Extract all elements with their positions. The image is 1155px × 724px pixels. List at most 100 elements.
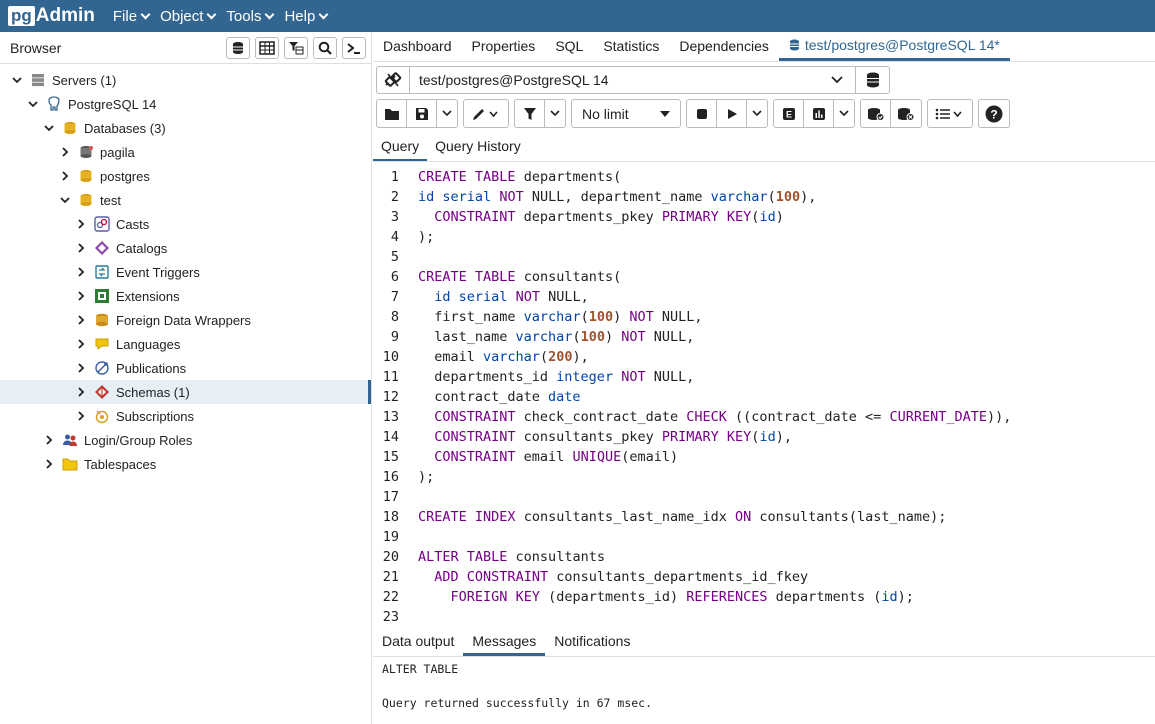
collapse-toggle[interactable] [26, 97, 40, 111]
line-number: 11 [382, 369, 399, 385]
code-line[interactable]: 12 contract_date date [373, 387, 1155, 407]
tree-item-foreign-data-wrappers[interactable]: Foreign Data Wrappers [0, 308, 371, 332]
expand-toggle[interactable] [74, 217, 88, 231]
tree-item-catalogs[interactable]: Catalogs [0, 236, 371, 260]
view-data-button[interactable] [255, 36, 279, 59]
expand-toggle[interactable] [42, 457, 56, 471]
tree-item-pagila[interactable]: pagila [0, 140, 371, 164]
tab-query[interactable]: Query [373, 134, 428, 161]
collapse-toggle[interactable] [10, 73, 24, 87]
expand-toggle[interactable] [74, 241, 88, 255]
filter-button[interactable] [515, 100, 545, 127]
code-line[interactable]: 19 [373, 527, 1155, 547]
tree-item-publications[interactable]: Publications [0, 356, 371, 380]
expand-toggle[interactable] [58, 145, 72, 159]
expand-toggle[interactable] [74, 313, 88, 327]
connection-select[interactable]: test/postgres@PostgreSQL 14 [410, 66, 856, 94]
expand-toggle[interactable] [42, 433, 56, 447]
tab-statistics[interactable]: Statistics [593, 32, 669, 61]
code-line[interactable]: 3 CONSTRAINT departments_pkey PRIMARY KE… [373, 207, 1155, 227]
code-line[interactable]: 16); [373, 467, 1155, 487]
open-file-button[interactable] [377, 100, 407, 127]
tab-dashboard[interactable]: Dashboard [373, 32, 462, 61]
code-line[interactable]: 17 [373, 487, 1155, 507]
object-explorer-button[interactable] [226, 36, 250, 59]
tab-data-output[interactable]: Data output [373, 627, 463, 656]
expand-toggle[interactable] [74, 265, 88, 279]
execute-dropdown-button[interactable] [747, 100, 767, 127]
tab-properties[interactable]: Properties [462, 32, 546, 61]
psql-tool-button[interactable] [342, 36, 366, 59]
code-line[interactable]: 23 [373, 607, 1155, 627]
new-connection-button[interactable] [856, 66, 890, 94]
tab-notifications[interactable]: Notifications [545, 627, 639, 656]
collapse-toggle[interactable] [42, 121, 56, 135]
row-limit-select[interactable]: No limit [571, 99, 681, 128]
tree-item-servers-1[interactable]: Servers (1) [0, 68, 371, 92]
tree-item-subscriptions[interactable]: Subscriptions [0, 404, 371, 428]
sql-editor[interactable]: 1 CREATE TABLE departments(2 id serial NOT… [373, 166, 1155, 626]
expand-toggle[interactable] [58, 169, 72, 183]
filtered-rows-button[interactable] [284, 36, 308, 59]
help-button[interactable]: ? [979, 100, 1009, 127]
menu-tools[interactable]: Tools [226, 8, 275, 25]
code-line[interactable]: 10 email varchar(200), [373, 347, 1155, 367]
code-line[interactable]: 6 CREATE TABLE consultants( [373, 267, 1155, 287]
code-line[interactable]: 20 ALTER TABLE consultants [373, 547, 1155, 567]
tree-item-tablespaces[interactable]: Tablespaces [0, 452, 371, 476]
save-dropdown-button[interactable] [437, 100, 457, 127]
macros-button[interactable] [928, 100, 972, 127]
expand-toggle[interactable] [74, 361, 88, 375]
save-file-button[interactable] [407, 100, 437, 127]
tab-query-history[interactable]: Query History [427, 134, 529, 161]
connection-status-button[interactable] [376, 66, 410, 94]
code-line[interactable]: 8 first_name varchar(100) NOT NULL, [373, 307, 1155, 327]
tree-item-schemas-1[interactable]: Schemas (1) [0, 380, 371, 404]
tree-item-event-triggers[interactable]: Event Triggers [0, 260, 371, 284]
code-line[interactable]: 9 last_name varchar(100) NOT NULL, [373, 327, 1155, 347]
explain-analyze-button[interactable] [804, 100, 834, 127]
code-line[interactable]: 4); [373, 227, 1155, 247]
tree-item-extensions[interactable]: Extensions [0, 284, 371, 308]
code-line[interactable]: 21 ADD CONSTRAINT consultants_department… [373, 567, 1155, 587]
pgadmin-logo[interactable]: pg Admin [8, 5, 95, 27]
code-line[interactable]: 2 id serial NOT NULL, department_name var… [373, 187, 1155, 207]
code-line[interactable]: 13 CONSTRAINT check_contract_date CHECK … [373, 407, 1155, 427]
tree-item-postgresql-14[interactable]: PostgreSQL 14 [0, 92, 371, 116]
explain-button[interactable]: E [774, 100, 804, 127]
expand-toggle[interactable] [74, 385, 88, 399]
code-line[interactable]: 7 id serial NOT NULL, [373, 287, 1155, 307]
code-line[interactable]: 5 [373, 247, 1155, 267]
menu-object[interactable]: Object [160, 8, 217, 25]
tree-item-languages[interactable]: Languages [0, 332, 371, 356]
tree-item-casts[interactable]: Casts [0, 212, 371, 236]
code-line[interactable]: 1 CREATE TABLE departments( [373, 167, 1155, 187]
tab-messages[interactable]: Messages [463, 627, 546, 656]
collapse-toggle[interactable] [58, 193, 72, 207]
expand-toggle[interactable] [74, 289, 88, 303]
expand-toggle[interactable] [74, 337, 88, 351]
code-line[interactable]: 15 CONSTRAINT email UNIQUE(email) [373, 447, 1155, 467]
menu-file[interactable]: File [113, 8, 151, 25]
tree-item-postgres[interactable]: postgres [0, 164, 371, 188]
search-objects-button[interactable] [313, 36, 337, 59]
menu-help[interactable]: Help [284, 8, 329, 25]
code-line[interactable]: 11 departments_id integer NOT NULL, [373, 367, 1155, 387]
execute-button[interactable] [717, 100, 747, 127]
edit-button[interactable] [464, 100, 508, 127]
stop-button[interactable] [687, 100, 717, 127]
code-line[interactable]: 22 FOREIGN KEY (departments_id) REFERENC… [373, 587, 1155, 607]
tree-item-login-group-roles[interactable]: Login/Group Roles [0, 428, 371, 452]
tree-item-databases-3[interactable]: Databases (3) [0, 116, 371, 140]
explain-dropdown-button[interactable] [834, 100, 854, 127]
tab-query-tool[interactable]: test/postgres@PostgreSQL 14* [778, 32, 1010, 61]
tree-item-test[interactable]: test [0, 188, 371, 212]
tab-dependencies[interactable]: Dependencies [669, 32, 779, 61]
tab-sql[interactable]: SQL [545, 32, 593, 61]
code-line[interactable]: 14 CONSTRAINT consultants_pkey PRIMARY K… [373, 427, 1155, 447]
filter-dropdown-button[interactable] [545, 100, 565, 127]
code-line[interactable]: 18 CREATE INDEX consultants_last_name_idx… [373, 507, 1155, 527]
rollback-button[interactable] [891, 100, 921, 127]
expand-toggle[interactable] [74, 409, 88, 423]
commit-button[interactable] [861, 100, 891, 127]
